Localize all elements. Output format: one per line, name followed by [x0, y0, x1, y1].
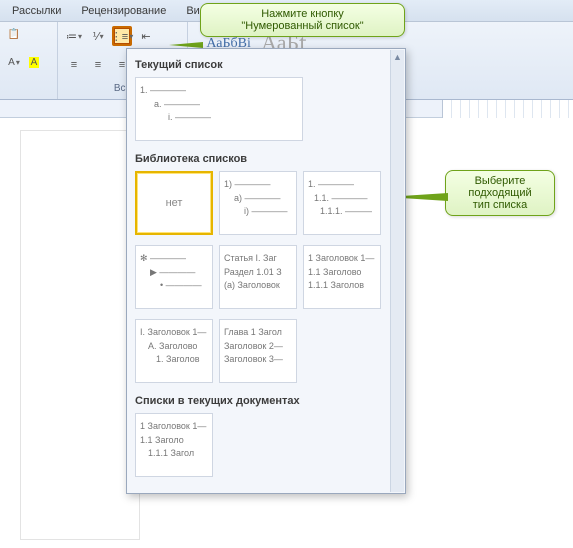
tab-mailings[interactable]: Рассылки — [2, 2, 71, 20]
align-left-icon[interactable]: ≡ — [64, 55, 84, 75]
list-thumb[interactable]: 1) ———— a) ———— i) ———— — [219, 171, 297, 235]
list-thumb[interactable]: 1 Заголовок 1— 1.1 Заголо 1.1.1 Загол — [135, 413, 213, 477]
multilevel-list-button[interactable]: ⋮≡▾ — [112, 26, 132, 46]
list-thumb[interactable]: ✻ ———— ▶ ———— • ———— — [135, 245, 213, 309]
section-current-list: Текущий список — [133, 55, 399, 75]
list-thumb-none[interactable]: нет — [135, 171, 213, 235]
list-thumb[interactable]: 1. ———— 1.1. ———— 1.1.1. ——— — [303, 171, 381, 235]
highlight-icon[interactable]: A — [26, 55, 42, 71]
group-label — [6, 83, 51, 97]
bullets-icon[interactable]: ≔▾ — [64, 26, 84, 46]
callout-press-button: Нажмите кнопку "Нумерованный список" — [200, 3, 405, 37]
paste-icon[interactable]: 📋 — [6, 26, 22, 42]
list-thumb[interactable]: Глава 1 Загол Заголовок 2— Заголовок 3— — [219, 319, 297, 383]
align-center-icon[interactable]: ≡ — [88, 55, 108, 75]
page — [20, 130, 140, 540]
numbering-icon[interactable]: ⅟▾ — [88, 26, 108, 46]
callout-choose-type: Выберите подходящий тип списка — [445, 170, 555, 216]
list-thumb[interactable]: Статья I. Заг Раздел 1.01 З (a) Заголово… — [219, 245, 297, 309]
list-thumb[interactable]: 1 Заголовок 1— 1.1 Заголово 1.1.1 Заголо… — [303, 245, 381, 309]
scrollbar[interactable] — [390, 50, 404, 492]
list-thumb[interactable]: I. Заголовок 1— A. Заголово 1. Заголов — [135, 319, 213, 383]
tab-review[interactable]: Рецензирование — [71, 2, 176, 20]
font-color-icon[interactable]: A▾ — [6, 55, 22, 71]
section-doc-lists: Списки в текущих документах — [133, 391, 399, 411]
multilevel-list-dropdown: Текущий список 1. ———— a. ———— i. ———— Б… — [126, 48, 406, 494]
section-list-library: Библиотека списков — [133, 149, 399, 169]
indent-dec-icon[interactable]: ⇤ — [136, 26, 156, 46]
current-list-thumb[interactable]: 1. ———— a. ———— i. ———— — [135, 77, 303, 141]
